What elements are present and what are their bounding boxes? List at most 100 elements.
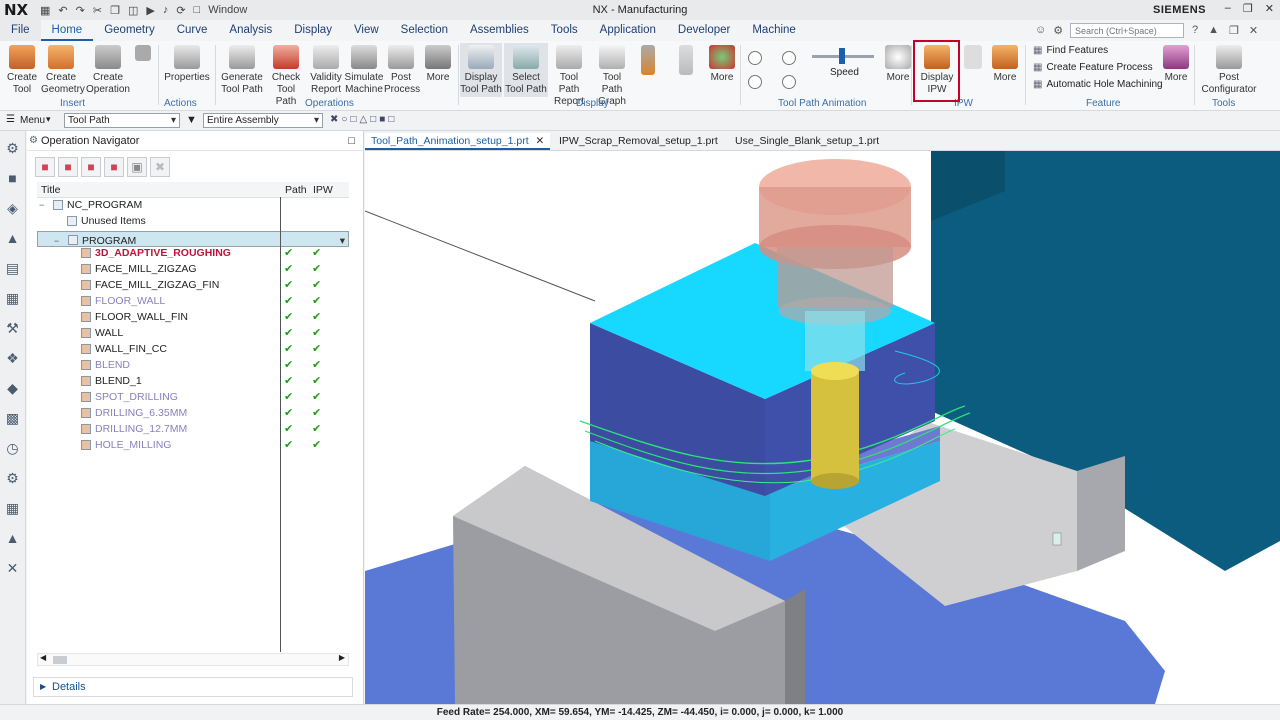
- feature-more-button[interactable]: More: [1162, 43, 1190, 84]
- tab-ipw-scrap-removal[interactable]: IPW_Scrap_Removal_setup_1.prt: [553, 133, 724, 150]
- settings-strip-icon[interactable]: ⚙: [5, 140, 21, 156]
- window-menu[interactable]: Window: [208, 4, 247, 16]
- tree-row[interactable]: WALL ✔ ✔: [37, 325, 349, 341]
- process-strip-icon[interactable]: ◆: [5, 380, 21, 396]
- network-strip-icon[interactable]: ▦: [5, 500, 21, 516]
- menu-dropdown-icon[interactable]: ▾: [46, 114, 51, 125]
- tab-home[interactable]: Home: [40, 20, 94, 41]
- tree-row[interactable]: Unused Items: [37, 213, 349, 229]
- tab-application[interactable]: Application: [589, 20, 667, 41]
- paste-icon[interactable]: ◫: [128, 4, 138, 17]
- repeat-icon[interactable]: ⟳: [176, 4, 185, 17]
- tree-row[interactable]: BLEND ✔ ✔: [37, 357, 349, 373]
- tools-strip-icon[interactable]: ✕: [5, 560, 21, 576]
- method-view-icon[interactable]: ■: [104, 157, 124, 177]
- tab-machine[interactable]: Machine: [741, 20, 806, 41]
- library-strip-icon[interactable]: ▩: [5, 410, 21, 426]
- tab-selection[interactable]: Selection: [390, 20, 459, 41]
- create-tool-button[interactable]: Create Tool: [4, 43, 40, 96]
- tool-strip-icon[interactable]: ⚒: [5, 320, 21, 336]
- restore-small-icon[interactable]: ❐: [1229, 24, 1239, 37]
- part-strip-icon[interactable]: ■: [5, 170, 21, 186]
- display-list-button[interactable]: [676, 43, 696, 78]
- simulate-machine-button[interactable]: Simulate Machine: [344, 43, 384, 96]
- tab-geometry[interactable]: Geometry: [93, 20, 166, 41]
- generate-tool-path-button[interactable]: Generate Tool Path: [220, 43, 264, 96]
- expand-toggle-icon[interactable]: −: [39, 197, 44, 213]
- column-ipw[interactable]: IPW: [313, 184, 333, 196]
- insert-small-button[interactable]: [134, 43, 152, 64]
- find-features-button[interactable]: ▦ Find Features: [1033, 45, 1108, 56]
- step-forward-button[interactable]: [780, 73, 798, 92]
- check-tool-path-button[interactable]: Check Tool Path: [266, 43, 306, 108]
- tab-display[interactable]: Display: [283, 20, 343, 41]
- tree-row[interactable]: DRILLING_6.35MM ✔ ✔: [37, 405, 349, 421]
- tree-row[interactable]: WALL_FIN_CC ✔ ✔: [37, 341, 349, 357]
- step-back-button[interactable]: [746, 73, 764, 92]
- speed-slider-handle[interactable]: [839, 48, 845, 64]
- copy-icon[interactable]: ❐: [110, 4, 120, 17]
- scroll-right-icon[interactable]: ▶: [339, 653, 345, 662]
- column-title[interactable]: Title: [41, 184, 60, 196]
- window-icon[interactable]: □: [194, 4, 201, 16]
- column-path[interactable]: Path: [285, 184, 307, 196]
- create-feature-process-button[interactable]: ▦ Create Feature Process: [1033, 62, 1153, 73]
- history-strip-icon[interactable]: ◷: [5, 440, 21, 456]
- assembly-strip-icon[interactable]: ◈: [5, 200, 21, 216]
- details-panel[interactable]: ▶ Details: [33, 677, 353, 697]
- operations-more-button[interactable]: More: [422, 43, 454, 84]
- tab-close-icon[interactable]: ✕: [536, 135, 545, 147]
- tab-assemblies[interactable]: Assemblies: [459, 20, 540, 41]
- save-icon[interactable]: ▦: [40, 4, 50, 17]
- tree-row[interactable]: FLOOR_WALL ✔ ✔: [37, 293, 349, 309]
- cut-icon[interactable]: ✂: [93, 4, 102, 17]
- program-order-view-icon[interactable]: ■: [35, 157, 55, 177]
- automatic-hole-machining-button[interactable]: ▦ Automatic Hole Machining: [1033, 79, 1163, 90]
- mic-icon[interactable]: ♪: [163, 4, 169, 16]
- play-icon[interactable]: ▶: [146, 4, 154, 17]
- operation-navigator-strip-icon[interactable]: ▤: [5, 260, 21, 276]
- tab-analysis[interactable]: Analysis: [218, 20, 283, 41]
- tree-row[interactable]: BLEND_1 ✔ ✔: [37, 373, 349, 389]
- rewind-button[interactable]: [746, 49, 764, 68]
- type-filter-select[interactable]: Tool Path: [64, 113, 180, 128]
- post-configurator-button[interactable]: Post Configurator: [1196, 43, 1262, 96]
- minimize-icon[interactable]: –: [1225, 2, 1231, 15]
- restore-icon[interactable]: ❐: [1243, 2, 1253, 15]
- scrollbar-thumb[interactable]: [53, 656, 67, 664]
- display-tool-path-button[interactable]: Display Tool Path: [460, 43, 502, 97]
- machine-strip-icon[interactable]: ▦: [5, 290, 21, 306]
- redo-icon[interactable]: ↷: [76, 4, 85, 17]
- animation-more-button[interactable]: More: [884, 43, 912, 84]
- select-tool-path-button[interactable]: Select Tool Path: [504, 43, 548, 97]
- feature-strip-icon[interactable]: ❖: [5, 350, 21, 366]
- tree-row[interactable]: HOLE_MILLING ✔ ✔: [37, 437, 349, 453]
- tab-view[interactable]: View: [343, 20, 390, 41]
- snap-icons[interactable]: ✖○□△□■□: [330, 114, 397, 125]
- analysis-strip-icon[interactable]: ▲: [5, 530, 21, 546]
- tab-developer[interactable]: Developer: [667, 20, 741, 41]
- display-small-button[interactable]: [638, 43, 658, 78]
- smiley-icon[interactable]: ☺: [1035, 24, 1046, 37]
- machine-tool-view-icon[interactable]: ■: [58, 157, 78, 177]
- post-process-button[interactable]: Post Process: [384, 43, 420, 96]
- tree-row[interactable]: SPOT_DRILLING ✔ ✔: [37, 389, 349, 405]
- tree-row[interactable]: − NC_PROGRAM: [37, 197, 349, 213]
- tree-row[interactable]: FACE_MILL_ZIGZAG ✔ ✔: [37, 261, 349, 277]
- create-operation-button[interactable]: Create Operation: [86, 43, 130, 96]
- robot-strip-icon[interactable]: ⚙: [5, 470, 21, 486]
- tree-row[interactable]: FLOOR_WALL_FIN ✔ ✔: [37, 309, 349, 325]
- expand-icon[interactable]: ▲: [1208, 24, 1219, 37]
- validity-report-button[interactable]: Validity Report: [308, 43, 344, 96]
- graphics-viewport[interactable]: [365, 151, 1280, 704]
- undo-icon[interactable]: ↶: [58, 4, 67, 17]
- scroll-left-icon[interactable]: ◀: [40, 653, 46, 662]
- bell-strip-icon[interactable]: ▲: [5, 230, 21, 246]
- tree-row[interactable]: 3D_ADAPTIVE_ROUGHING ✔ ✔: [37, 245, 349, 261]
- horizontal-scrollbar[interactable]: ◀ ▶: [37, 653, 349, 666]
- collapse-all-icon[interactable]: ✖: [150, 157, 170, 177]
- geometry-view-icon[interactable]: ■: [81, 157, 101, 177]
- close-panel-icon[interactable]: □: [348, 131, 355, 151]
- close-icon[interactable]: ✕: [1265, 2, 1274, 15]
- tab-use-single-blank[interactable]: Use_Single_Blank_setup_1.prt: [729, 133, 885, 150]
